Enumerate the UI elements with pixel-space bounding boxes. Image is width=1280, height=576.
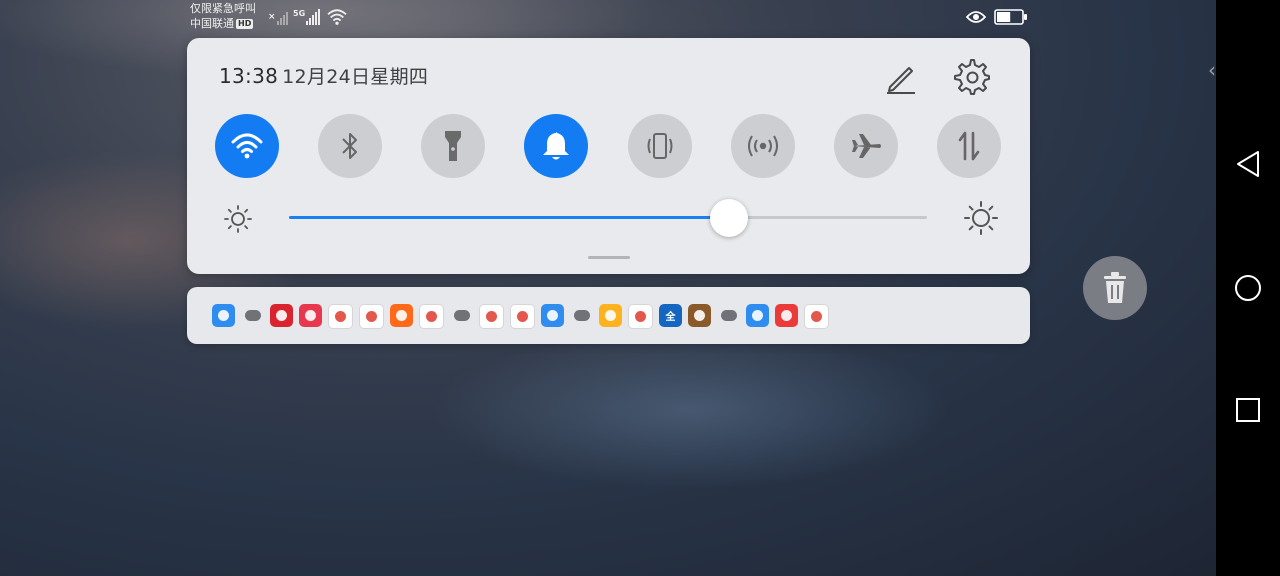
music-red-app-icon[interactable]	[419, 304, 444, 329]
navigation-bar	[1216, 0, 1280, 576]
brightness-thumb[interactable]	[710, 199, 749, 237]
bell-icon	[543, 132, 570, 160]
wallpaper-glow	[430, 330, 950, 490]
clear-notifications-button[interactable]	[1083, 256, 1147, 320]
airplane-icon	[851, 134, 881, 158]
notification-app-icons: 全	[212, 304, 829, 329]
h-app-icon[interactable]	[746, 304, 769, 327]
eye-comfort-icon	[966, 11, 986, 23]
home-button[interactable]	[1232, 272, 1264, 304]
recents-button[interactable]	[1232, 394, 1264, 426]
video-play-app-icon[interactable]	[479, 304, 504, 329]
panel-drag-handle[interactable]	[588, 256, 630, 259]
brightness-fill	[289, 216, 730, 219]
mobile-data-icon	[958, 131, 980, 161]
cloud-icon-2[interactable]	[717, 304, 740, 327]
rotate-phone-icon	[647, 133, 673, 159]
chevron-left-icon: ‹	[1208, 58, 1216, 82]
carrier-info: 仅限紧急呼叫 中国联通 HD	[190, 1, 256, 31]
no-sim-signal-icon: ×	[268, 12, 288, 25]
game-app-icon[interactable]	[688, 304, 711, 327]
gear-icon	[954, 59, 990, 95]
battery-icon	[994, 9, 1027, 25]
flashlight-icon	[445, 131, 462, 161]
back-button[interactable]	[1232, 148, 1264, 180]
bluetooth-icon	[342, 133, 358, 159]
hotspot-icon	[747, 135, 778, 157]
connect-app-icon[interactable]	[628, 304, 653, 329]
brightness-control	[223, 198, 999, 238]
quick-settings-panel: 13:38 12月24日星期四	[187, 38, 1030, 274]
brightness-slider[interactable]	[289, 199, 927, 237]
sound-toggle[interactable]	[524, 114, 589, 178]
music-app-icon[interactable]	[804, 304, 829, 329]
wifi-app-icon[interactable]	[212, 304, 235, 327]
recents-square-icon	[1236, 398, 1260, 422]
layers-icon[interactable]	[241, 304, 264, 327]
orange-app-icon[interactable]	[599, 304, 622, 327]
carrier-name: 中国联通	[190, 17, 234, 30]
map-pin-app-icon[interactable]	[328, 304, 353, 329]
signal-icons: × 5G	[268, 8, 348, 26]
trash-icon	[1104, 272, 1126, 303]
red-square-app-icon[interactable]	[775, 304, 798, 327]
toggle-row	[215, 114, 1001, 178]
pencil-icon	[887, 67, 915, 94]
circle-app-icon[interactable]	[359, 304, 384, 329]
brightness-low-icon	[224, 205, 252, 233]
mobile-data-toggle[interactable]	[936, 114, 1001, 178]
wifi-icon	[231, 133, 263, 159]
back-triangle-icon	[1237, 151, 1259, 177]
mobile-signal-icon: 5G	[293, 9, 320, 25]
flashlight-toggle[interactable]	[421, 114, 486, 178]
browser-app-icon[interactable]	[510, 304, 535, 329]
wifi-app-icon-2[interactable]	[541, 304, 564, 327]
svg-text:×: ×	[268, 12, 276, 22]
notification-icons-row[interactable]: 全	[187, 287, 1030, 344]
hd-badge: HD	[236, 19, 254, 29]
wechat-icon[interactable]	[450, 304, 473, 327]
heart-app-icon[interactable]	[299, 304, 322, 327]
clock: 13:38 12月24日星期四	[219, 62, 428, 89]
cloud-icon[interactable]	[570, 304, 593, 327]
edit-button[interactable]	[881, 58, 921, 98]
play-orange-app-icon[interactable]	[390, 304, 413, 327]
app-icon-label: 全	[665, 312, 676, 323]
network-type-label: 5G	[293, 9, 305, 18]
wifi-toggle[interactable]	[215, 114, 279, 178]
time-text: 13:38	[219, 64, 279, 88]
emergency-calls-text: 仅限紧急呼叫	[190, 2, 256, 15]
wifi-status-icon	[327, 9, 347, 25]
status-right	[966, 9, 1028, 25]
auto-rotate-toggle[interactable]	[627, 114, 692, 178]
brightness-high-icon	[964, 201, 998, 235]
hotspot-toggle[interactable]	[730, 114, 795, 178]
quan-app-icon[interactable]: 全	[659, 304, 682, 327]
date-text: 12月24日星期四	[282, 66, 429, 88]
home-circle-icon	[1235, 275, 1261, 301]
checker-app-icon[interactable]	[270, 304, 293, 327]
bluetooth-toggle[interactable]	[318, 114, 383, 178]
airplane-mode-toggle[interactable]	[833, 114, 898, 178]
settings-button[interactable]	[951, 56, 993, 98]
